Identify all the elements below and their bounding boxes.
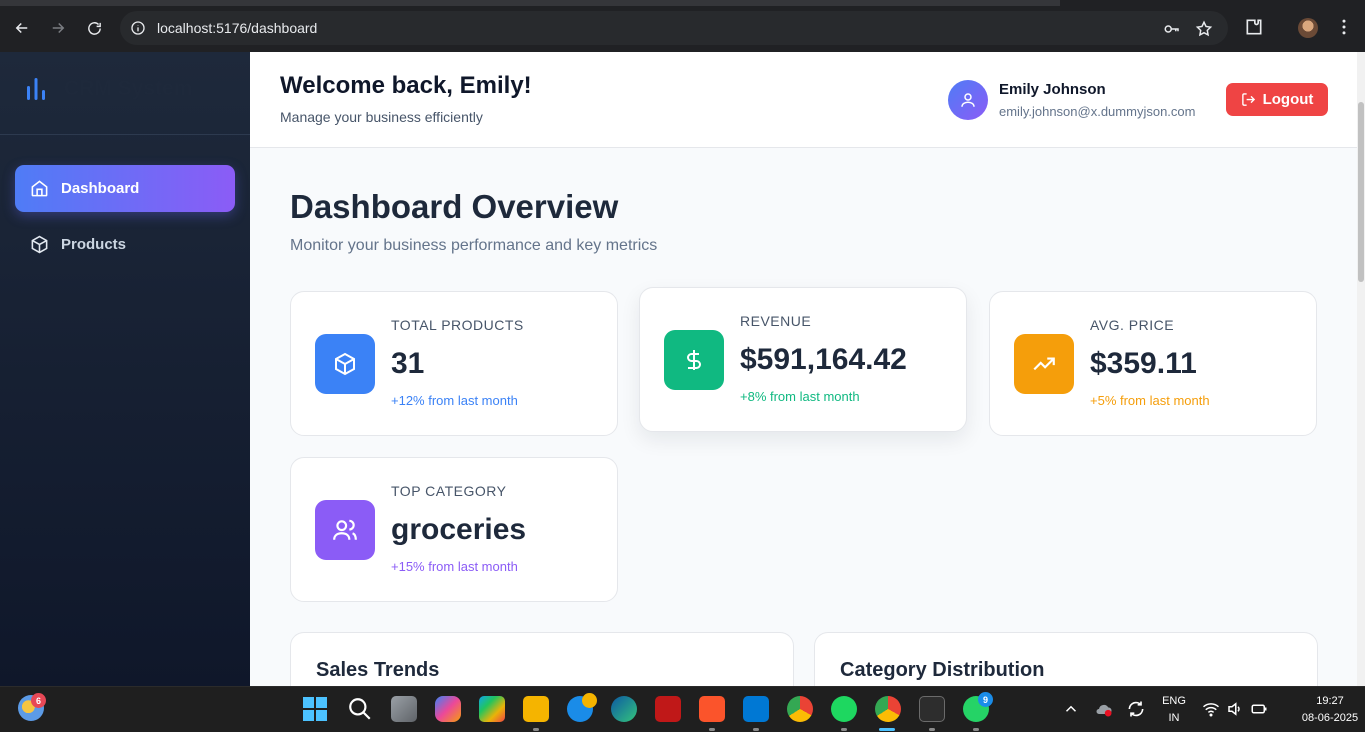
- home-icon: [30, 179, 49, 198]
- extensions-icon[interactable]: [1244, 17, 1264, 37]
- language-secondary[interactable]: IN: [1158, 712, 1190, 724]
- user-avatar[interactable]: [948, 80, 988, 120]
- store-icon[interactable]: [479, 696, 505, 722]
- taskbar: 6 9 ENG IN 19:27 08-06-2025: [0, 686, 1365, 732]
- profile-avatar[interactable]: [1298, 18, 1318, 38]
- edge-icon[interactable]: [611, 696, 637, 722]
- sidebar-item-label: Products: [61, 236, 127, 253]
- file-explorer-icon[interactable]: [523, 696, 549, 722]
- scroll-thumb[interactable]: [1358, 102, 1364, 282]
- stat-label: TOTAL PRODUCTS: [391, 317, 524, 333]
- copilot-icon[interactable]: [435, 696, 461, 722]
- page-scrollbar[interactable]: [1357, 52, 1365, 686]
- users-icon: [315, 500, 375, 560]
- search-icon[interactable]: [347, 696, 373, 722]
- password-key-icon[interactable]: [1162, 20, 1180, 38]
- active-indicator: [879, 728, 895, 731]
- page-subtitle: Monitor your business performance and ke…: [290, 237, 658, 254]
- stat-card-avg-price: AVG. PRICE $359.11 +5% from last month: [989, 291, 1317, 436]
- back-icon[interactable]: [10, 16, 34, 40]
- dollar-icon: [664, 330, 724, 390]
- running-indicator: [533, 728, 539, 731]
- language-primary[interactable]: ENG: [1158, 695, 1190, 707]
- welcome-subtitle: Manage your business efficiently: [280, 109, 483, 125]
- logout-button[interactable]: Logout: [1226, 83, 1328, 116]
- stat-label: TOP CATEGORY: [391, 483, 507, 499]
- brave-icon[interactable]: [699, 696, 725, 722]
- stat-change: +12% from last month: [391, 393, 518, 408]
- user-name: Emily Johnson: [999, 81, 1106, 98]
- weather-badge: 6: [31, 693, 46, 708]
- page-header: Welcome back, Emily! Manage your busines…: [250, 52, 1357, 148]
- cube-icon: [315, 334, 375, 394]
- clock-time[interactable]: 19:27: [1308, 695, 1352, 707]
- brand: CRM System: [0, 52, 250, 135]
- spotify-icon[interactable]: [831, 696, 857, 722]
- stat-card-revenue: REVENUE $591,164.42 +8% from last month: [639, 287, 967, 432]
- panel-title: Category Distribution: [840, 659, 1045, 681]
- stat-label: AVG. PRICE: [1090, 317, 1175, 333]
- site-info-icon[interactable]: [130, 20, 146, 36]
- stat-change: +15% from last month: [391, 559, 518, 574]
- bookmark-star-icon[interactable]: [1195, 20, 1213, 38]
- user-icon: [961, 93, 975, 107]
- sidebar-item-products[interactable]: Products: [15, 221, 235, 268]
- stat-value: $359.11: [1090, 347, 1197, 380]
- stat-card-total-products: TOTAL PRODUCTS 31 +12% from last month: [290, 291, 618, 436]
- chrome-profile-icon[interactable]: [875, 696, 901, 722]
- battery-icon[interactable]: [1250, 700, 1268, 718]
- onedrive-error-icon[interactable]: [1094, 699, 1114, 719]
- trending-up-icon: [1014, 334, 1074, 394]
- stat-value: $591,164.42: [740, 343, 907, 376]
- active-tab[interactable]: [1060, 0, 1365, 6]
- logout-icon: [1241, 93, 1255, 106]
- stat-label: REVENUE: [740, 313, 812, 329]
- wifi-icon[interactable]: [1202, 700, 1220, 718]
- brand-name: CRM System: [64, 77, 193, 100]
- help-badge: [582, 693, 597, 708]
- address-bar[interactable]: localhost:5176/dashboard: [120, 11, 1228, 45]
- page-title: Dashboard Overview: [290, 188, 619, 225]
- welcome-heading: Welcome back, Emily!: [280, 72, 532, 99]
- mcafee-icon[interactable]: [655, 696, 681, 722]
- chevron-up-icon[interactable]: [1062, 700, 1080, 718]
- whatsapp-badge: 9: [978, 692, 993, 707]
- terminal-icon[interactable]: [919, 696, 945, 722]
- forward-icon[interactable]: [46, 16, 70, 40]
- task-view-icon[interactable]: [391, 696, 417, 722]
- sidebar-item-label: Dashboard: [61, 180, 140, 197]
- windows-start-icon[interactable]: [302, 696, 328, 722]
- reload-icon[interactable]: [82, 16, 106, 40]
- stat-value: groceries: [391, 513, 527, 546]
- stat-change: +5% from last month: [1090, 393, 1210, 408]
- running-indicator: [973, 728, 979, 731]
- stat-change: +8% from last month: [740, 389, 860, 404]
- kebab-menu-icon[interactable]: [1334, 17, 1354, 37]
- sync-icon[interactable]: [1126, 699, 1146, 719]
- vscode-icon[interactable]: [743, 696, 769, 722]
- sidebar: CRM System Dashboard Products: [0, 52, 250, 686]
- stat-value: 31: [391, 347, 425, 380]
- running-indicator: [841, 728, 847, 731]
- bar-chart-icon: [25, 76, 47, 100]
- stat-card-top-category: TOP CATEGORY groceries +15% from last mo…: [290, 457, 618, 602]
- user-email: emily.johnson@x.dummyjson.com: [999, 104, 1196, 119]
- clock-date[interactable]: 08-06-2025: [1296, 712, 1364, 724]
- panel-title: Sales Trends: [316, 659, 440, 681]
- box-icon: [30, 235, 49, 254]
- volume-icon[interactable]: [1226, 700, 1244, 718]
- sidebar-item-dashboard[interactable]: Dashboard: [15, 165, 235, 212]
- browser-toolbar: localhost:5176/dashboard: [0, 0, 1365, 52]
- running-indicator: [929, 728, 935, 731]
- url-text[interactable]: localhost:5176/dashboard: [157, 20, 317, 36]
- running-indicator: [753, 728, 759, 731]
- running-indicator: [709, 728, 715, 731]
- logout-label: Logout: [1262, 91, 1314, 108]
- chrome-icon[interactable]: [787, 696, 813, 722]
